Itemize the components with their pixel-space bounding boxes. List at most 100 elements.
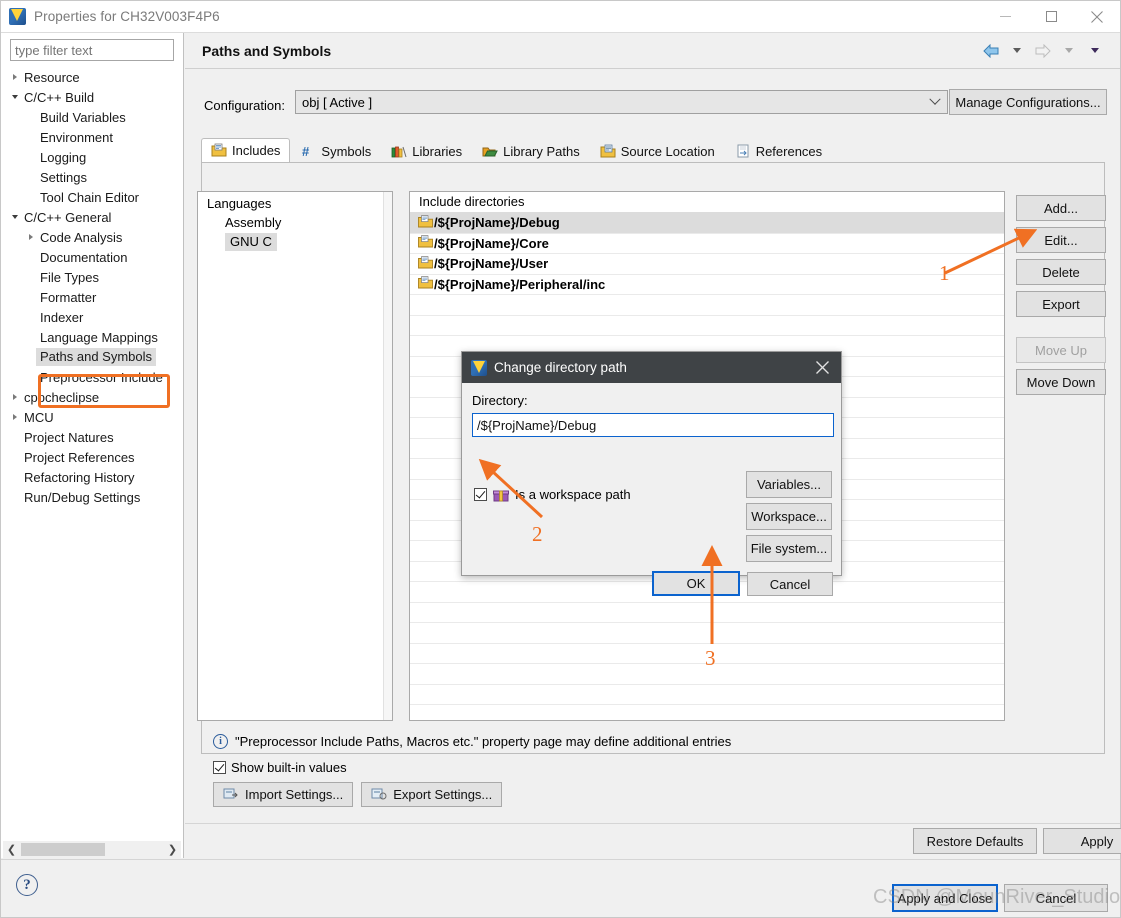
scroll-right-icon[interactable]: ❯ [164, 841, 181, 858]
folder-icon [418, 235, 434, 251]
sidebar-item-indexer[interactable]: Indexer [1, 307, 183, 327]
chevron-down-icon[interactable] [7, 207, 23, 227]
sidebar-item-tool-chain-editor[interactable]: Tool Chain Editor [1, 187, 183, 207]
workspace-box-icon [493, 490, 509, 501]
help-icon[interactable]: ? [16, 874, 38, 896]
tab-source-location[interactable]: Source Location [590, 138, 725, 163]
dialog-ok-button[interactable]: OK [652, 571, 740, 596]
close-button[interactable] [1074, 1, 1120, 32]
chevron-right-icon[interactable] [7, 67, 23, 87]
sidebar-item-label: Run/Debug Settings [24, 489, 141, 505]
sidebar-item-build-variables[interactable]: Build Variables [1, 107, 183, 127]
tab-library-paths[interactable]: Library Paths [472, 138, 590, 163]
maximize-button[interactable] [1028, 1, 1074, 32]
sidebar-item-preprocessor-include[interactable]: Preprocessor Include [1, 367, 183, 387]
dialog-cancel-button[interactable]: Cancel [747, 572, 833, 596]
configuration-dropdown[interactable]: obj [ Active ] [295, 90, 948, 114]
show-builtin-values-checkbox[interactable] [213, 761, 226, 774]
show-builtin-values-label: Show built-in values [231, 760, 347, 775]
sidebar-item-refactoring-history[interactable]: Refactoring History [1, 467, 183, 487]
directory-input[interactable] [472, 413, 834, 437]
sidebar-item-label: cppcheclipse [24, 389, 100, 405]
sidebar-item-formatter[interactable]: Formatter [1, 287, 183, 307]
chevron-down-icon[interactable] [923, 91, 947, 113]
workspace-path-checkbox[interactable] [474, 488, 487, 501]
language-item[interactable]: Assembly [198, 213, 392, 232]
sidebar-item-cppcheclipse[interactable]: cppcheclipse [1, 387, 183, 407]
sidebar-horizontal-scrollbar[interactable]: ❮ ❯ [3, 841, 181, 858]
sidebar-item-logging[interactable]: Logging [1, 147, 183, 167]
filter-input[interactable] [10, 39, 174, 61]
languages-scrollbar[interactable] [383, 192, 392, 720]
include-directory-row[interactable]: /${ProjName}/User [410, 253, 1004, 274]
sidebar-item-code-analysis[interactable]: Code Analysis [1, 227, 183, 247]
variables-button[interactable]: Variables... [746, 471, 832, 498]
chevron-right-icon[interactable] [7, 387, 23, 407]
language-item[interactable]: GNU C [198, 232, 392, 251]
tab-references[interactable]: References [725, 138, 832, 163]
language-item-label: GNU C [225, 233, 277, 251]
edit-button[interactable]: Edit... [1016, 227, 1106, 253]
sidebar-item-documentation[interactable]: Documentation [1, 247, 183, 267]
sidebar-item-label: Logging [40, 149, 87, 165]
chevron-down-icon[interactable] [7, 87, 23, 107]
add-button[interactable]: Add... [1016, 195, 1106, 221]
dialog-close-icon[interactable] [803, 352, 841, 383]
scroll-left-icon[interactable]: ❮ [3, 841, 20, 858]
manage-configurations-button[interactable]: Manage Configurations... [949, 89, 1107, 115]
workspace-button[interactable]: Workspace... [746, 503, 832, 530]
annotation-number-3: 3 [705, 646, 716, 670]
mounriver-logo-icon [471, 359, 487, 376]
sidebar-item-paths-and-symbols[interactable]: Paths and Symbols [1, 347, 183, 367]
sidebar-item-c-c-general[interactable]: C/C++ General [1, 207, 183, 227]
include-directory-row[interactable]: /${ProjName}/Core [410, 232, 1004, 253]
sidebar-item-settings[interactable]: Settings [1, 167, 183, 187]
includes-folder-icon [211, 143, 227, 158]
tab-libraries[interactable]: Libraries [381, 138, 472, 163]
tab-symbols[interactable]: # Symbols [290, 138, 381, 163]
apply-button[interactable]: Apply [1043, 828, 1121, 854]
view-menu-icon[interactable] [1083, 40, 1107, 62]
sidebar-item-environment[interactable]: Environment [1, 127, 183, 147]
chevron-right-icon[interactable] [7, 407, 23, 427]
page-header: Paths and Symbols [185, 33, 1120, 69]
sidebar-item-mcu[interactable]: MCU [1, 407, 183, 427]
workspace-path-row[interactable]: Is a workspace path [474, 487, 631, 502]
export-button[interactable]: Export [1016, 291, 1106, 317]
include-directory-row[interactable]: /${ProjName}/Debug [410, 212, 1004, 233]
include-directory-path: /${ProjName}/Peripheral/inc [434, 276, 606, 292]
back-arrow-icon[interactable] [979, 40, 1003, 62]
show-builtin-values-row[interactable]: Show built-in values [213, 760, 347, 775]
sidebar-item-resource[interactable]: Resource [1, 67, 183, 87]
tab-includes[interactable]: Includes [201, 138, 291, 163]
back-dropdown-icon[interactable] [1005, 40, 1029, 62]
export-settings-button[interactable]: Export Settings... [361, 782, 503, 807]
include-directory-path: /${ProjName}/User [434, 256, 549, 272]
scrollbar-thumb[interactable] [21, 843, 105, 856]
sidebar-item-file-types[interactable]: File Types [1, 267, 183, 287]
sidebar-item-project-references[interactable]: Project References [1, 447, 183, 467]
window-title: Properties for CH32V003F4P6 [34, 9, 220, 24]
preprocessor-note-text: "Preprocessor Include Paths, Macros etc.… [235, 734, 732, 749]
move-down-button[interactable]: Move Down [1016, 369, 1106, 395]
file-system-button[interactable]: File system... [746, 535, 832, 562]
sidebar-item-c-c-build[interactable]: C/C++ Build [1, 87, 183, 107]
sidebar-item-run-debug-settings[interactable]: Run/Debug Settings [1, 487, 183, 507]
languages-list[interactable]: Languages Assembly GNU C [197, 191, 393, 721]
include-directory-empty-row [410, 601, 1004, 622]
sidebar-item-project-natures[interactable]: Project Natures [1, 427, 183, 447]
minimize-button[interactable] [982, 1, 1028, 32]
include-directory-empty-row [410, 294, 1004, 315]
chevron-right-icon[interactable] [23, 227, 39, 247]
delete-button[interactable]: Delete [1016, 259, 1106, 285]
import-settings-button[interactable]: Import Settings... [213, 782, 354, 807]
include-directory-row[interactable]: /${ProjName}/Peripheral/inc [410, 273, 1004, 294]
restore-defaults-button[interactable]: Restore Defaults [913, 828, 1037, 854]
sidebar-item-language-mappings[interactable]: Language Mappings [1, 327, 183, 347]
